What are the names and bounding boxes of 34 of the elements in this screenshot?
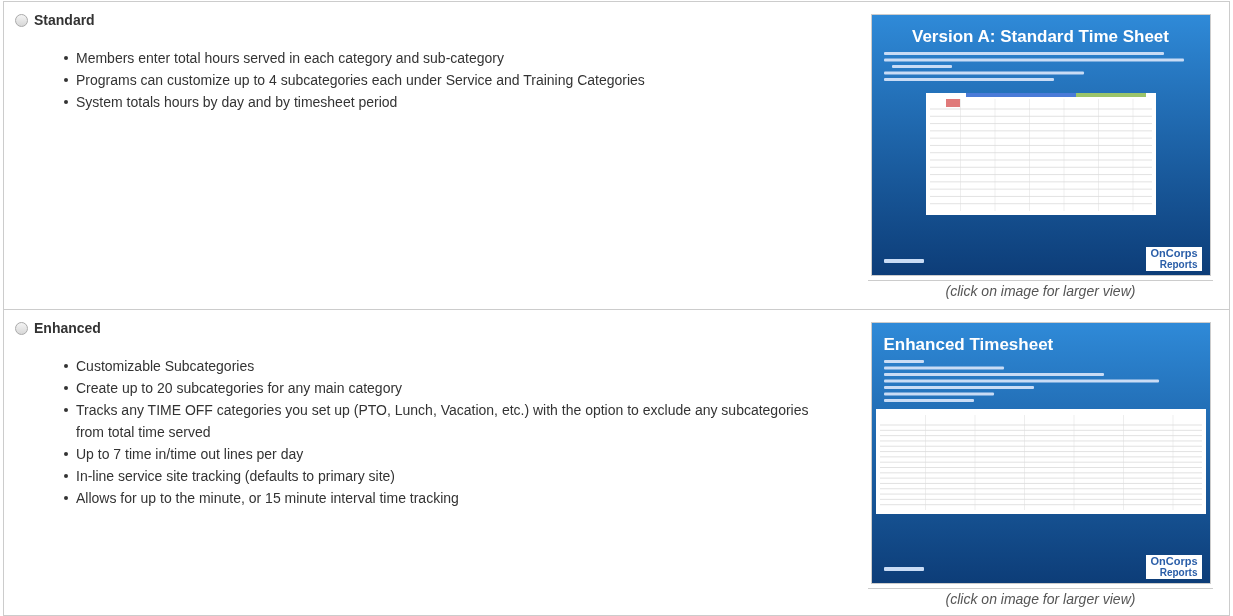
slide-title: Enhanced Timesheet (883, 335, 1055, 355)
bullet-text: System totals hours by day and by timesheet period (76, 93, 398, 112)
timesheet-slide-image[interactable]: Enhanced Timesheet OnCorps Reports (870, 322, 1211, 584)
timesheet-slide-image[interactable]: Version A: Standard Time Sheet OnCorps Reports (870, 14, 1211, 276)
blurred-copyright-drawing (883, 259, 924, 263)
bullet-icon (64, 56, 68, 60)
radio-button[interactable] (15, 322, 28, 335)
option-label: Enhanced (34, 319, 101, 338)
bullet-text: Members enter total hours served in each category and sub-category (76, 49, 504, 68)
bullet-text: Tracks any TIME OFF categories you set up (PTO, Lunch, Vacation, etc.) with the option to exclude any subcategories from total time served (76, 401, 810, 442)
bullet-text: Allows for up to the minute, or 15 minute interval time tracking (76, 489, 459, 508)
bullet-icon (64, 100, 68, 104)
bullet-text: Up to 7 time in/time out lines per day (76, 445, 304, 464)
blurred-copyright-drawing (883, 567, 924, 571)
bullet-text: Create up to 20 subcategories for any main category (76, 379, 403, 398)
bullet-text: Programs can customize up to 4 subcategories each under Service and Training Categories (76, 71, 645, 90)
option-label: Standard (34, 11, 95, 30)
bullet-icon (64, 496, 68, 500)
bullet-icon (64, 78, 68, 82)
image-caption: (click on image for larger view) (868, 280, 1213, 302)
radio-button[interactable] (15, 14, 28, 27)
logo-text: OnCorps (1150, 556, 1198, 567)
image-caption: (click on image for larger view) (868, 588, 1213, 610)
bullet-text: Customizable Subcategories (76, 357, 255, 376)
bullet-icon (64, 452, 68, 456)
bullet-text: In-line service site tracking (defaults to primary site) (76, 467, 395, 486)
logo-text: Reports (1159, 567, 1198, 578)
slide-title: Version A: Standard Time Sheet (911, 27, 1170, 47)
logo-text: OnCorps (1150, 248, 1198, 259)
bullet-icon (64, 408, 68, 412)
bullet-icon (64, 474, 68, 478)
bullet-icon (64, 364, 68, 368)
logo-text: Reports (1159, 259, 1198, 270)
bullet-icon (64, 386, 68, 390)
